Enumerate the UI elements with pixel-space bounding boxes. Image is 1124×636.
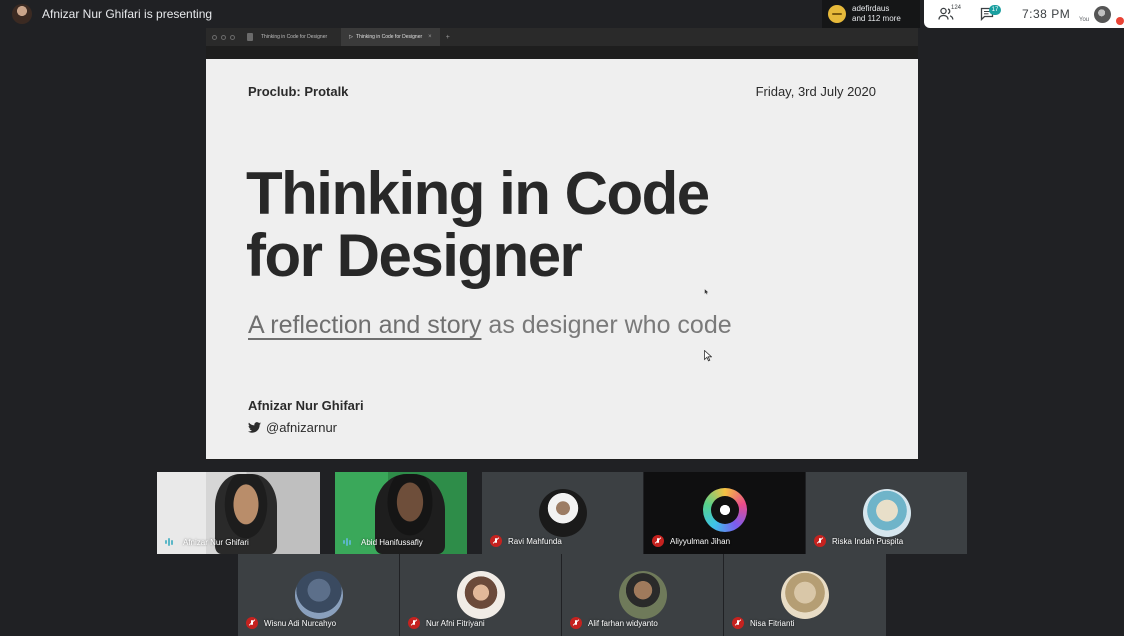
participant-name-row: Alif farhan widyanto	[570, 617, 658, 629]
participant-name-row: Afnizar Nur Ghifari	[165, 537, 249, 547]
participant-name: Alif farhan widyanto	[588, 618, 658, 628]
participant-avatar	[538, 489, 587, 537]
participant-tile[interactable]: Riska Indah Puspita	[806, 472, 967, 554]
cursor-icon	[704, 350, 712, 362]
slide-author: Afnizar Nur Ghifari	[248, 398, 364, 413]
mic-off-icon	[490, 535, 502, 547]
presenter-avatar	[12, 4, 32, 24]
participant-name-row: Riska Indah Puspita	[814, 535, 903, 547]
mic-off-icon	[652, 535, 664, 547]
tab-close-icon[interactable]: ×	[428, 34, 432, 40]
speaking-indicator-icon	[165, 537, 177, 547]
camera-lens-icon	[710, 496, 739, 524]
maximize-window-icon[interactable]	[230, 34, 235, 40]
participant-avatar	[618, 571, 667, 619]
window-controls	[212, 34, 235, 40]
mic-off-icon	[570, 617, 582, 629]
joined-more-count: and 112 more	[852, 14, 901, 23]
participant-name-row: Aliyyulman Jihan	[652, 535, 730, 547]
mic-off-icon	[246, 617, 258, 629]
slide-date: Friday, 3rd July 2020	[755, 84, 876, 99]
presenter-banner: Afnizar Nur Ghifari is presenting	[0, 0, 212, 28]
joined-user-avatar	[828, 5, 846, 23]
shared-screen: Thinking in Code for Designer ▷ Thinking…	[206, 28, 918, 460]
slide-subtitle-underlined: A reflection and story	[248, 311, 482, 339]
participant-tile[interactable]: Aliyyulman Jihan	[644, 472, 805, 554]
slide-title-line-2: for Designer	[246, 222, 583, 289]
participant-tile[interactable]: Afnizar Nur Ghifari	[157, 472, 320, 554]
browser-tab[interactable]: Thinking in Code for Designer	[253, 28, 335, 46]
speaking-indicator-icon	[343, 537, 355, 547]
self-label: You	[1079, 17, 1090, 23]
clock: 7:38 PM	[1022, 7, 1071, 21]
participant-name-row: Nur Afni Fitriyani	[408, 617, 485, 629]
pointer-icon	[704, 289, 709, 295]
participant-tile[interactable]: Wisnu Adi Nurcahyo	[238, 554, 399, 636]
play-icon: ▷	[349, 34, 354, 40]
slide-twitter-handle: @afnizarnur	[266, 420, 338, 435]
twitter-icon	[248, 422, 261, 433]
presentation-slide: Proclub: Protalk Friday, 3rd July 2020 T…	[206, 59, 918, 459]
participant-name-row: Wisnu Adi Nurcahyo	[246, 617, 336, 629]
joined-text: adefirdaus and 112 more	[852, 4, 901, 24]
chat-button[interactable]: 17	[980, 4, 1002, 24]
chat-unread-badge: 17	[989, 5, 1001, 15]
participant-tile[interactable]: Nisa Fitrianti	[724, 554, 886, 636]
participant-name: Aliyyulman Jihan	[670, 536, 731, 546]
participant-name: Wisnu Adi Nurcahyo	[264, 618, 337, 628]
self-avatar[interactable]	[1094, 6, 1111, 23]
slide-subtitle: A reflection and story as designer who c…	[248, 311, 732, 340]
joined-notification[interactable]: adefirdaus and 112 more	[822, 0, 920, 28]
joined-user-name: adefirdaus	[852, 4, 890, 13]
mic-off-icon	[814, 535, 826, 547]
participant-name-row: Abid Hanifussafly	[343, 537, 423, 547]
slide-subtitle-rest: as designer who code	[481, 311, 732, 339]
people-count: 124	[951, 5, 962, 11]
participant-name: Nur Afni Fitriyani	[426, 618, 485, 628]
top-right-toolbar: 124 17 7:38 PM You	[924, 0, 1124, 28]
minimize-window-icon[interactable]	[221, 34, 226, 40]
participant-avatar	[862, 489, 911, 537]
tab-label: Thinking in Code for Designer	[261, 34, 328, 40]
mic-off-icon	[408, 617, 420, 629]
presenter-label: Afnizar Nur Ghifari is presenting	[42, 7, 213, 21]
participant-tile[interactable]: Ravi Mahfunda	[482, 472, 643, 554]
participant-name: Nisa Fitrianti	[750, 618, 795, 628]
browser-tab-active[interactable]: ▷ Thinking in Code for Designer ×	[341, 28, 440, 46]
participant-tile[interactable]: Alif farhan widyanto	[562, 554, 723, 636]
meeting-window: Afnizar Nur Ghifari is presenting adefir…	[0, 0, 1124, 636]
slide-title-line-1: Thinking in Code	[246, 160, 710, 227]
participant-name: Riska Indah Puspita	[832, 536, 904, 546]
tab-label: Thinking in Code for Designer	[356, 34, 423, 40]
participant-name: Abid Hanifussafly	[361, 537, 423, 547]
participant-tile[interactable]: Nur Afni Fitriyani	[400, 554, 561, 636]
slide-title: Thinking in Code for Designer	[246, 160, 710, 289]
people-button[interactable]: 124	[938, 4, 966, 24]
participant-avatar	[456, 571, 505, 619]
slide-handle-row: @afnizarnur	[248, 420, 337, 435]
participant-name: Ravi Mahfunda	[508, 536, 562, 546]
recording-indicator-icon	[1116, 17, 1124, 25]
slide-event-name: Proclub: Protalk	[248, 84, 349, 99]
browser-tab-strip: Thinking in Code for Designer ▷ Thinking…	[206, 28, 918, 46]
new-tab-icon[interactable]: +	[446, 34, 450, 41]
participant-tile[interactable]: Abid Hanifussafly	[335, 472, 467, 554]
mic-off-icon	[732, 617, 744, 629]
participant-avatar	[781, 571, 829, 619]
participant-name: Afnizar Nur Ghifari	[183, 537, 249, 547]
participant-name-row: Nisa Fitrianti	[732, 617, 794, 629]
participant-avatar	[294, 571, 343, 619]
close-window-icon[interactable]	[212, 34, 217, 40]
participant-name-row: Ravi Mahfunda	[490, 535, 562, 547]
